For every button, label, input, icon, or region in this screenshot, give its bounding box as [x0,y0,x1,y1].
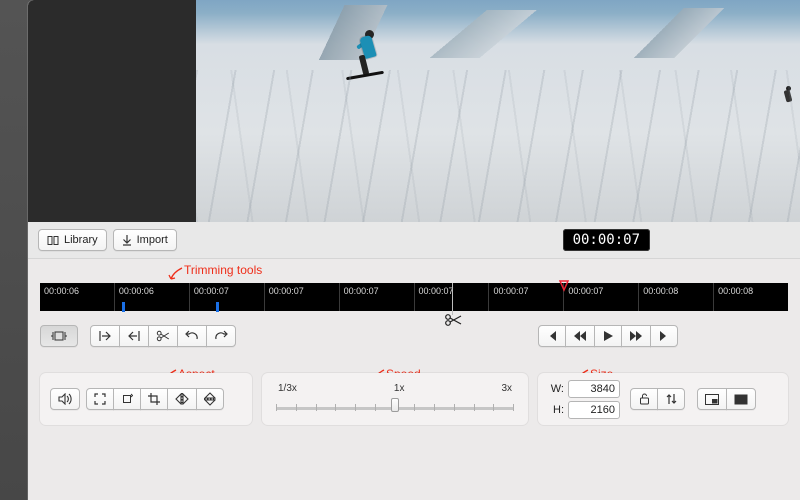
speed-labels: 1/3x 1x 3x [276,383,514,394]
ruler-tick[interactable]: 00:00:07 [414,283,489,311]
flip-horizontal-button[interactable] [167,388,197,410]
ruler-tick[interactable]: 00:00:08 [713,283,788,311]
trim-select-icon [50,330,68,342]
flip-v-icon [204,392,216,406]
size-preset-full-button[interactable] [726,388,756,410]
lock-aspect-button[interactable] [630,388,658,410]
rotate-button[interactable] [113,388,141,410]
preview-skier [352,30,386,84]
step-forward-button[interactable] [621,325,651,347]
set-in-button[interactable] [90,325,120,347]
undo-icon [185,330,199,342]
import-button[interactable]: Import [113,229,177,251]
out-point-marker[interactable] [216,302,219,312]
clip-sidebar[interactable] [28,0,196,222]
ruler-tick[interactable]: 00:00:07 [189,283,264,311]
swap-icon [666,393,677,405]
speed-thumb[interactable] [391,398,399,412]
crop-icon [148,393,160,405]
redo-icon [214,330,228,342]
ruler-tick[interactable]: 00:00:07 [339,283,414,311]
trim-select-button[interactable] [40,325,78,347]
aspect-segment [86,388,224,410]
skip-start-icon [546,330,558,342]
timecode-display: 00:00:07 [563,229,650,251]
swap-dimensions-button[interactable] [657,388,685,410]
speed-slider[interactable] [276,402,514,416]
preset-size-segment [697,388,756,410]
size-tools-segment [630,388,685,410]
aspect-group [40,373,252,425]
edit-controls-row [28,311,800,347]
size-preset-small-button[interactable] [697,388,727,410]
trim-in-icon [98,330,112,342]
height-input[interactable]: 2160 [568,401,620,419]
in-point-marker[interactable] [122,302,125,312]
groups-row: 1/3x 1x 3x W: 3840 [28,347,800,437]
speed-mid-label: 1x [394,383,405,394]
expand-icon [94,393,106,405]
app-window: Library Import 00:00:07 Trimming tools 0… [28,0,800,500]
step-forward-icon [629,330,643,342]
video-preview[interactable] [196,0,800,222]
ruler-tick[interactable]: 00:00:07 [264,283,339,311]
callout-trimming: Trimming tools [184,263,262,277]
trim-out-icon [127,330,141,342]
redo-button[interactable] [206,325,236,347]
ruler-tick[interactable]: 00:00:06 [40,283,114,311]
under-preview-bar: Library Import 00:00:07 [28,222,800,258]
cut-button[interactable] [148,325,178,347]
playhead[interactable] [557,280,571,294]
library-label: Library [64,234,98,246]
skip-start-button[interactable] [538,325,566,347]
fit-screen-button[interactable] [86,388,114,410]
playback-segment [538,325,678,347]
download-arrow-icon [122,235,132,246]
cut-indicator-line [452,283,453,315]
preview-row [28,0,800,222]
width-label: W: [548,383,564,395]
audio-toggle-button[interactable] [50,388,80,410]
height-label: H: [548,404,564,416]
import-label: Import [137,234,168,246]
play-icon [602,330,614,342]
speed-group: 1/3x 1x 3x [262,373,528,425]
speaker-icon [58,393,72,405]
play-button[interactable] [594,325,622,347]
skip-end-button[interactable] [650,325,678,347]
speed-min-label: 1/3x [278,383,297,394]
timeline-ruler[interactable]: 00:00:0600:00:0600:00:0700:00:0700:00:07… [40,283,788,311]
crop-button[interactable] [140,388,168,410]
size-fields: W: 3840 H: 2160 [548,380,620,419]
scissors-icon [156,330,170,342]
skip-end-icon [658,330,670,342]
book-icon [47,235,59,246]
size-group: W: 3840 H: 2160 [538,373,788,425]
lock-open-icon [639,393,650,405]
speed-max-label: 3x [501,383,512,394]
undo-button[interactable] [177,325,207,347]
ruler-tick[interactable]: 00:00:08 [638,283,713,311]
trim-segment [90,325,236,347]
pip-full-icon [734,394,748,405]
pip-small-icon [705,394,719,405]
ruler-tick[interactable]: 00:00:07 [488,283,563,311]
library-button[interactable]: Library [38,229,107,251]
flip-h-icon [175,393,189,405]
step-back-icon [573,330,587,342]
flip-vertical-button[interactable] [196,388,224,410]
step-back-button[interactable] [565,325,595,347]
rotate-icon [121,393,133,405]
ruler-tick[interactable]: 00:00:06 [114,283,189,311]
arrow-icon [168,267,184,283]
ruler-tick[interactable]: 00:00:07 [563,283,638,311]
scissors-icon [444,313,462,325]
width-input[interactable]: 3840 [568,380,620,398]
editor-panel: Trimming tools 00:00:0600:00:0600:00:070… [28,258,800,500]
set-out-button[interactable] [119,325,149,347]
preview-skier-distant [785,90,794,108]
